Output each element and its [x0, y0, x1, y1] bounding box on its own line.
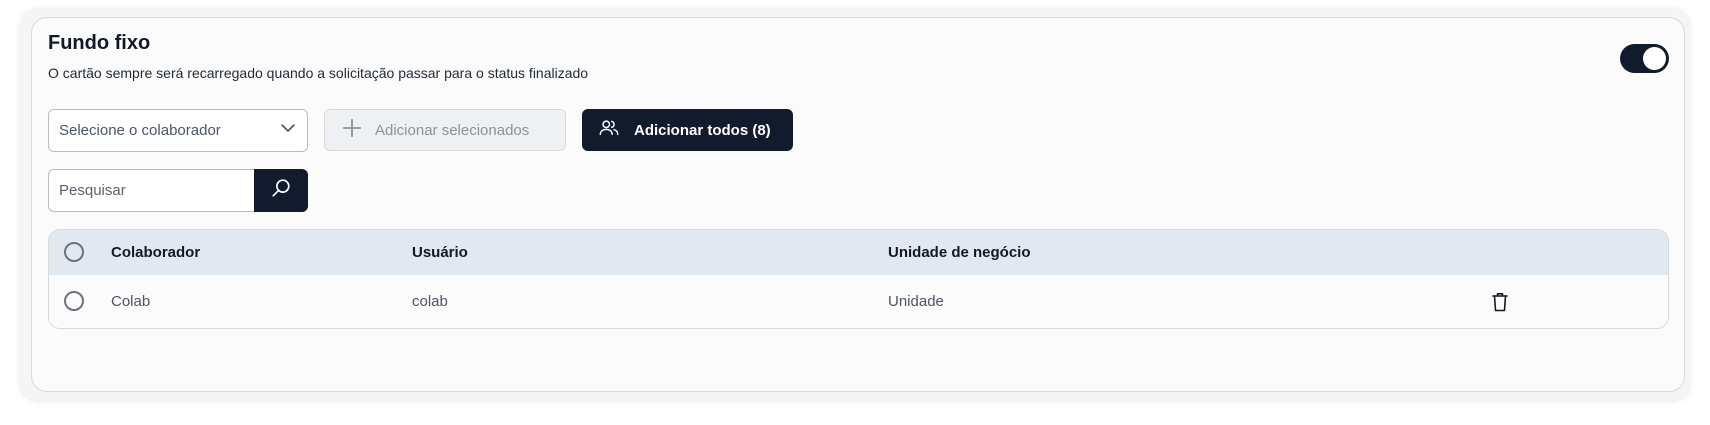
select-all-radio[interactable] — [64, 242, 84, 262]
collaborator-select[interactable]: Selecione o colaborador — [48, 109, 308, 152]
chevron-down-icon — [279, 119, 297, 142]
plus-icon — [341, 117, 363, 143]
add-selected-button[interactable]: Adicionar selecionados — [324, 109, 566, 151]
search-input[interactable] — [48, 169, 254, 212]
cell-usuario: colab — [412, 293, 448, 310]
section-title: Fundo fixo — [48, 32, 151, 54]
fundo-fixo-toggle[interactable] — [1620, 44, 1669, 73]
toggle-knob — [1643, 47, 1666, 70]
table-header: Colaborador Usuário Unidade de negócio — [49, 230, 1668, 275]
search-button[interactable] — [254, 169, 308, 212]
collaborator-select-placeholder: Selecione o colaborador — [59, 122, 221, 139]
add-selected-label: Adicionar selecionados — [375, 121, 530, 139]
users-icon — [598, 117, 620, 143]
header-usuario: Usuário — [412, 244, 468, 261]
search-icon — [270, 177, 292, 204]
trash-icon[interactable] — [1490, 291, 1510, 313]
add-all-button[interactable]: Adicionar todos (8) — [582, 109, 793, 151]
section-subtitle: O cartão sempre será recarregado quando … — [48, 65, 589, 81]
header-unidade: Unidade de negócio — [888, 244, 1031, 261]
cell-colaborador: Colab — [111, 293, 151, 310]
cell-unidade: Unidade — [888, 293, 944, 310]
row-select-radio[interactable] — [64, 291, 84, 311]
add-all-label: Adicionar todos (8) — [634, 121, 771, 139]
table-row[interactable]: Colab colab Unidade — [49, 275, 1668, 328]
header-colaborador: Colaborador — [111, 244, 201, 261]
collaborators-table: Colaborador Usuário Unidade de negócio C… — [48, 229, 1669, 329]
